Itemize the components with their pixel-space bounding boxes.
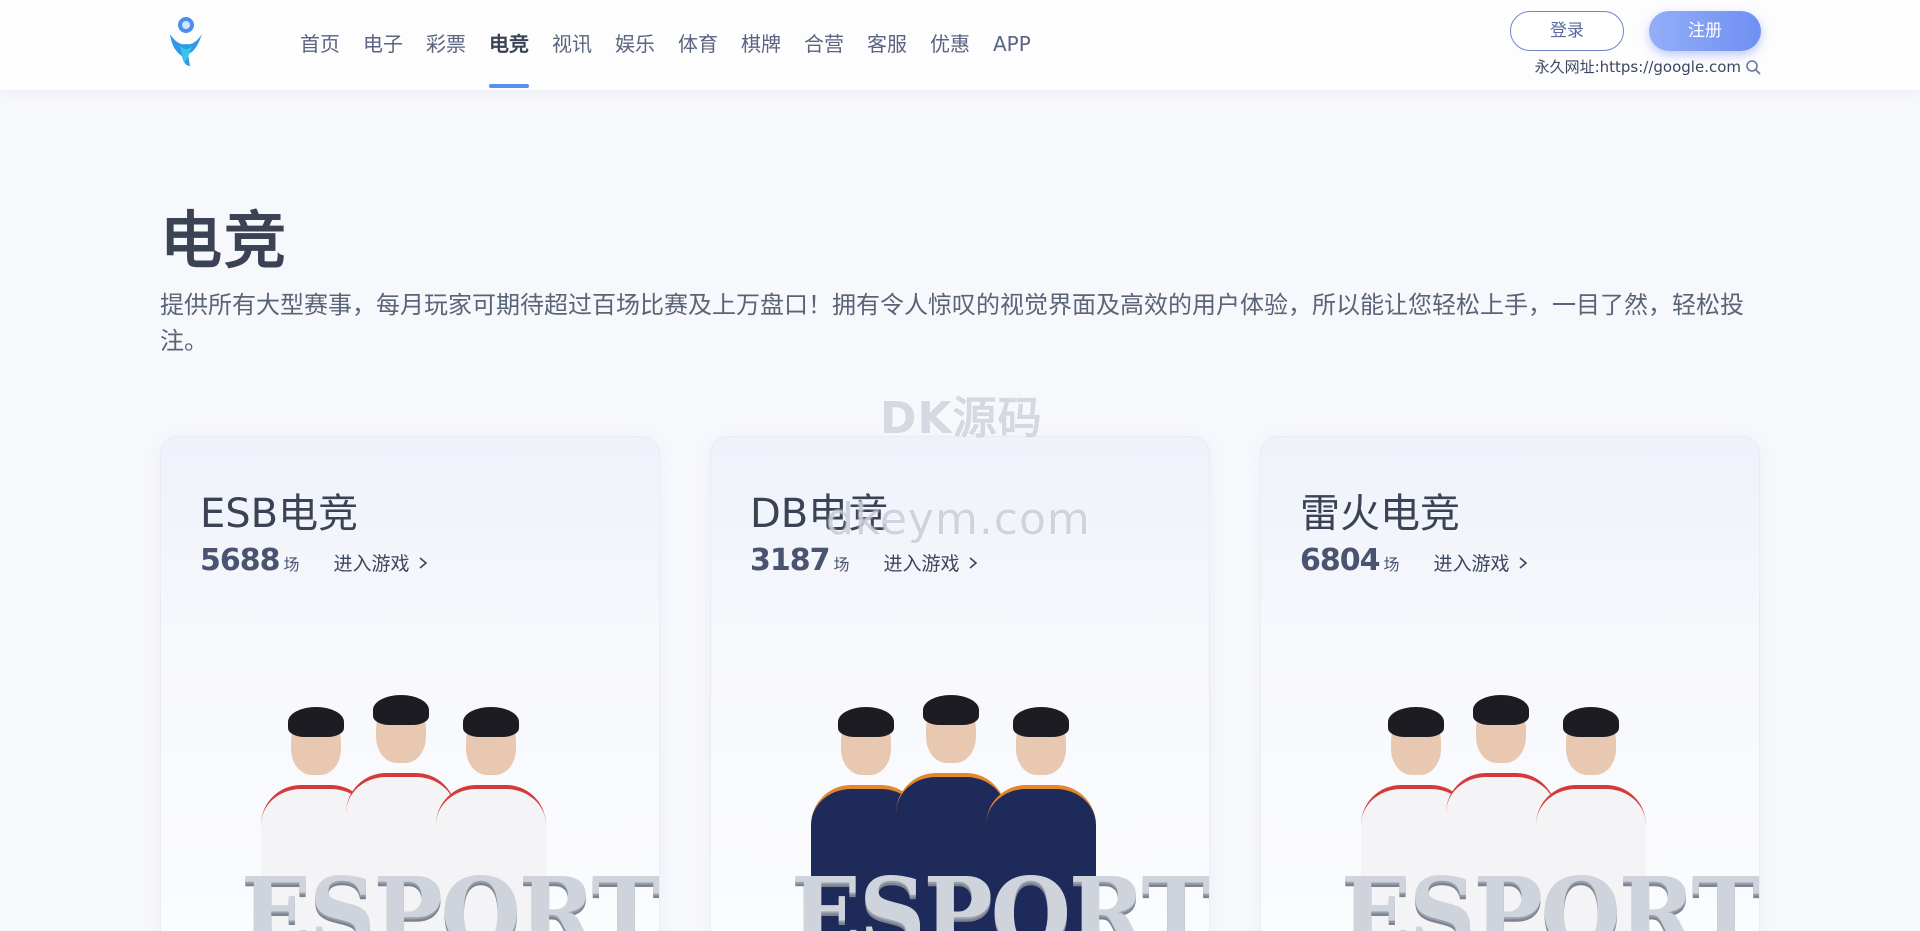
chevron-right-icon — [969, 556, 977, 569]
search-icon[interactable] — [1745, 59, 1761, 75]
card-stats: 5688 场 进入游戏 — [200, 543, 428, 578]
page-title: 电竞 — [160, 204, 289, 277]
card-title: ESB电竞 — [200, 491, 359, 537]
enter-game-label: 进入游戏 — [1433, 553, 1510, 575]
page-description: 提供所有大型赛事，每月玩家可期待超过百场比赛及上万盘口！拥有令人惊叹的视觉界面及… — [160, 291, 1744, 355]
nav-item-label: 客服 — [867, 32, 907, 56]
enter-game-label: 进入游戏 — [333, 553, 410, 575]
esports-hero-image: ESPORTS — [161, 655, 659, 931]
nav-item-0[interactable]: 首页 — [300, 0, 340, 90]
nav-item-11[interactable]: APP — [993, 0, 1031, 90]
nav-item-4[interactable]: 视讯 — [552, 0, 592, 90]
card-stats: 6804 场 进入游戏 — [1300, 543, 1528, 578]
nav-item-6[interactable]: 体育 — [678, 0, 718, 90]
esports-hero-image: ESPORTS — [711, 655, 1209, 931]
esports-banner: ESPORTS — [241, 856, 659, 931]
top-header: 首页 电子 彩票 电竞 视讯 娱乐 体育 棋牌 合营 客服 优惠 APP 登录 注册 永久网址:htt… — [0, 0, 1920, 90]
nav-item-label: 优惠 — [930, 32, 970, 56]
nav-active-underline — [489, 84, 529, 88]
enter-game-label: 进入游戏 — [883, 553, 960, 575]
watermark-text: DK源码 — [880, 393, 1043, 444]
nav-item-label: 彩票 — [426, 32, 466, 56]
game-card[interactable]: ESB电竞 5688 场 进入游戏 ESPORT — [160, 436, 660, 931]
chevron-right-icon — [1519, 556, 1527, 569]
esports-banner: ESPORTS — [1341, 856, 1759, 931]
permanent-url[interactable]: 永久网址:https://google.com — [1535, 56, 1761, 77]
permanent-url-text: 永久网址:https://google.com — [1534, 58, 1741, 76]
nav-item-label: 电子 — [363, 32, 403, 56]
match-unit: 场 — [833, 555, 850, 574]
nav-item-3[interactable]: 电竞 — [489, 0, 529, 90]
enter-game-link[interactable]: 进入游戏 — [1434, 549, 1528, 576]
esports-banner: ESPORTS — [791, 856, 1209, 931]
nav-item-8[interactable]: 合营 — [804, 0, 844, 90]
nav-item-label: APP — [993, 32, 1031, 56]
main-nav: 首页 电子 彩票 电竞 视讯 娱乐 体育 棋牌 合营 客服 优惠 APP — [300, 0, 1054, 90]
nav-item-label: 体育 — [678, 32, 718, 56]
enter-game-link[interactable]: 进入游戏 — [334, 549, 428, 576]
nav-item-label: 娱乐 — [615, 32, 655, 56]
match-count: 3187 — [750, 543, 830, 578]
card-title: 雷火电竞 — [1300, 491, 1460, 537]
match-unit: 场 — [1383, 555, 1400, 574]
watermark-url: dkeym.com — [826, 494, 1091, 545]
nav-item-label: 棋牌 — [741, 32, 781, 56]
nav-item-label: 首页 — [300, 32, 340, 56]
nav-item-5[interactable]: 娱乐 — [615, 0, 655, 90]
enter-game-link[interactable]: 进入游戏 — [884, 549, 978, 576]
game-card[interactable]: 雷火电竞 6804 场 进入游戏 ESPORT — [1260, 436, 1760, 931]
nav-item-7[interactable]: 棋牌 — [741, 0, 781, 90]
match-count: 6804 — [1300, 543, 1380, 578]
match-count: 5688 — [200, 543, 280, 578]
nav-item-2[interactable]: 彩票 — [426, 0, 466, 90]
nav-item-label: 电竞 — [489, 32, 529, 56]
nav-item-9[interactable]: 客服 — [867, 0, 907, 90]
brand-logo[interactable] — [166, 16, 206, 68]
card-stats: 3187 场 进入游戏 — [750, 543, 978, 578]
nav-item-label: 合营 — [804, 32, 844, 56]
chevron-right-icon — [419, 556, 427, 569]
match-unit: 场 — [283, 555, 300, 574]
nav-item-10[interactable]: 优惠 — [930, 0, 970, 90]
esports-hero-image: ESPORTS — [1261, 655, 1759, 931]
login-button[interactable]: 登录 — [1510, 11, 1624, 51]
nav-item-label: 视讯 — [552, 32, 592, 56]
register-button[interactable]: 注册 — [1649, 11, 1761, 51]
nav-item-1[interactable]: 电子 — [363, 0, 403, 90]
